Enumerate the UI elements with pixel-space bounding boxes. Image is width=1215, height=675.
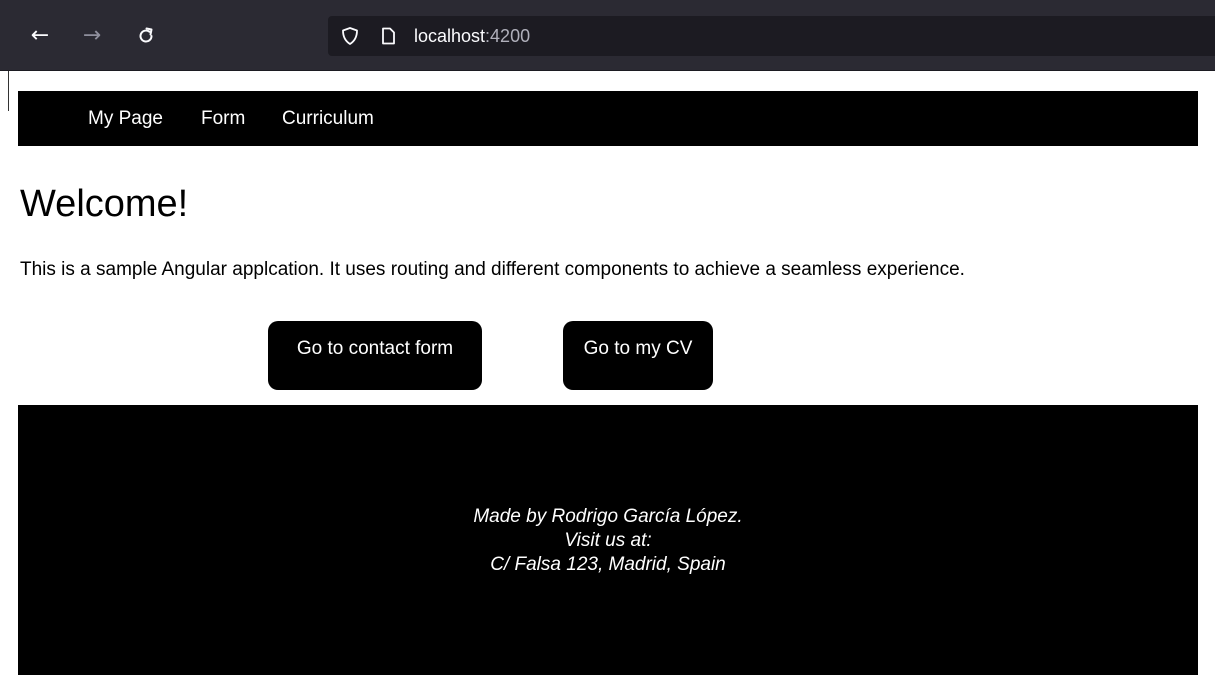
page-icon bbox=[378, 26, 398, 46]
page-title: Welcome! bbox=[20, 183, 189, 225]
contact-button-label: Go to contact form bbox=[296, 338, 454, 359]
nav-link-form[interactable]: Form bbox=[201, 91, 245, 146]
go-to-cv-button[interactable]: Go to my CV bbox=[563, 321, 713, 390]
nav-link-curriculum[interactable]: Curriculum bbox=[282, 91, 374, 146]
url-port: :4200 bbox=[485, 26, 531, 46]
cv-button-label: Go to my CV bbox=[583, 338, 693, 359]
shield-icon[interactable] bbox=[340, 26, 360, 46]
site-footer: Made by Rodrigo García López. Visit us a… bbox=[18, 405, 1198, 675]
url-text: localhost:4200 bbox=[414, 16, 530, 56]
forward-arrow-icon[interactable]: → bbox=[78, 22, 106, 50]
site-navbar: My Page Form Curriculum bbox=[18, 91, 1198, 146]
footer-address: C/ Falsa 123, Madrid, Spain bbox=[490, 554, 726, 575]
address-bar[interactable]: localhost:4200 bbox=[328, 16, 1215, 56]
back-arrow-icon[interactable]: ← bbox=[26, 22, 54, 50]
go-to-contact-form-button[interactable]: Go to contact form bbox=[268, 321, 482, 390]
browser-toolbar: ← → localhost:4200 bbox=[0, 0, 1215, 71]
nav-link-my-page[interactable]: My Page bbox=[88, 91, 163, 146]
reload-icon[interactable] bbox=[132, 22, 160, 50]
footer-author: Made by Rodrigo García López. bbox=[473, 506, 743, 527]
page-description: This is a sample Angular applcation. It … bbox=[20, 259, 965, 280]
footer-visit: Visit us at: bbox=[564, 530, 652, 551]
footer-text: Made by Rodrigo García López. Visit us a… bbox=[18, 505, 1198, 577]
page-edge-line bbox=[8, 71, 9, 111]
url-host: localhost bbox=[414, 26, 486, 46]
